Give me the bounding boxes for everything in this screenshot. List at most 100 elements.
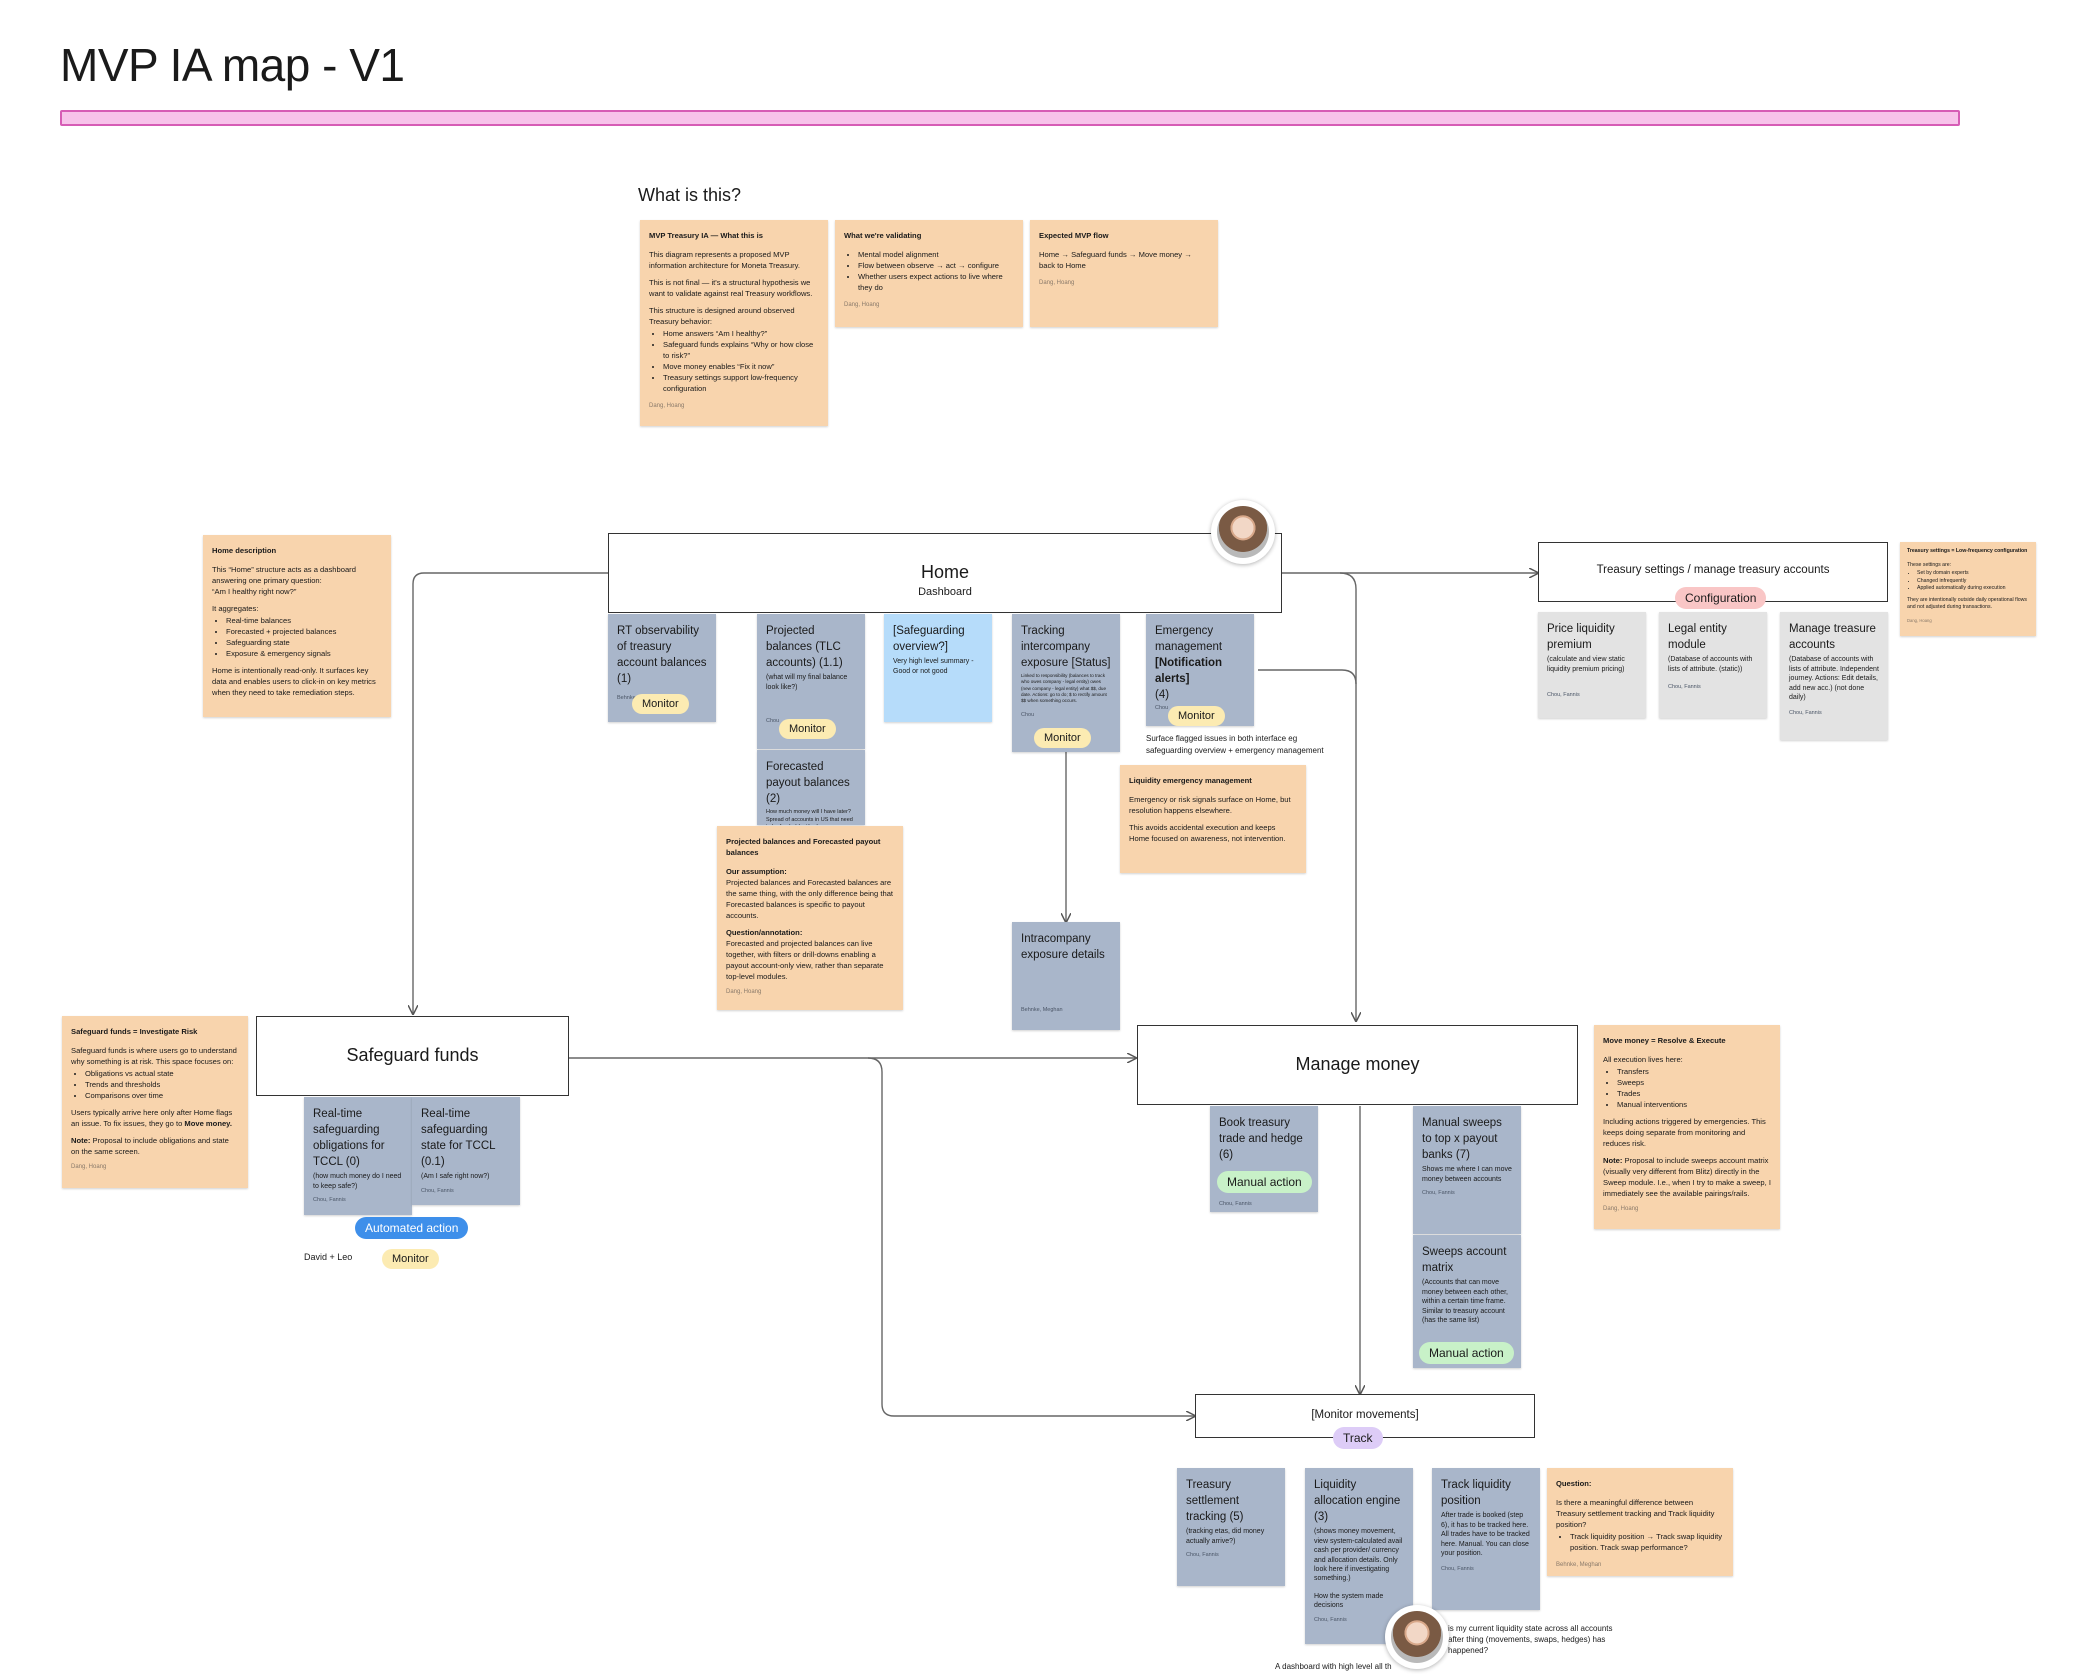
card-subtitle: (Database of accounts with lists of attr… bbox=[1789, 656, 1879, 701]
note-list: Obligations vs actual state Trends and t… bbox=[71, 1068, 239, 1101]
card-title: Real-time safeguarding state for TCCL (0… bbox=[421, 1108, 496, 1169]
manage-money-node[interactable]: Manage money bbox=[1137, 1025, 1578, 1105]
note-author: Dang, Hoang bbox=[71, 1164, 107, 1170]
card-title: Emergency management bbox=[1155, 625, 1223, 654]
note-text: Note: Proposal to include obligations an… bbox=[71, 1135, 239, 1157]
note-text: This is not final — it's a structural hy… bbox=[649, 278, 813, 298]
note-title: Move money = Resolve & Execute bbox=[1603, 1036, 1726, 1045]
card-title: [Safeguarding overview?] bbox=[893, 625, 965, 654]
home-node[interactable]: Home Dashboard bbox=[608, 533, 1282, 613]
configuration-badge: Configuration bbox=[1675, 587, 1767, 609]
list-item: Move money enables “Fix it now” bbox=[663, 361, 819, 372]
note-title: Safeguard funds = Investigate Risk bbox=[71, 1027, 198, 1036]
card-treasury-settlement-tracking[interactable]: Treasury settlement tracking (5) (tracki… bbox=[1177, 1468, 1285, 1586]
card-intracompany-exposure[interactable]: Intracompany exposure details Behnke, Me… bbox=[1012, 922, 1120, 1030]
note-author: Dang, Hoang bbox=[1603, 1206, 1639, 1212]
note-text-bold: Note: bbox=[71, 1136, 91, 1145]
track-badge: Track bbox=[1333, 1427, 1383, 1449]
note-what-this-is: MVP Treasury IA — What this is This diag… bbox=[640, 220, 828, 426]
note-text: It aggregates: bbox=[212, 604, 259, 613]
card-legal-entity-module[interactable]: Legal entity module (Database of account… bbox=[1659, 612, 1767, 718]
card-title: RT observability of treasury account bal… bbox=[617, 625, 707, 686]
note-text: Home is intentionally read-only. It surf… bbox=[212, 666, 376, 697]
note-text: Note: Proposal to include sweeps account… bbox=[1603, 1155, 1771, 1199]
note-title: Expected MVP flow bbox=[1039, 231, 1109, 240]
card-forecasted-payout[interactable]: Forecasted payout balances (2) How much … bbox=[757, 750, 865, 825]
connector-safeguard-to-monitor bbox=[867, 1057, 1195, 1416]
card-safeguarding-obligations[interactable]: Real-time safeguarding obligations for T… bbox=[304, 1097, 412, 1215]
note-text: Is there a meaningful difference between… bbox=[1556, 1498, 1715, 1529]
note-text: Proposal to include obligations and stat… bbox=[71, 1136, 229, 1156]
card-subtitle: (Am I safe right now?) bbox=[421, 1173, 490, 1181]
card-safeguarding-state[interactable]: Real-time safeguarding state for TCCL (0… bbox=[412, 1097, 520, 1205]
card-title-bold: [Notification alerts] bbox=[1155, 657, 1223, 686]
safeguard-funds-node[interactable]: Safeguard funds bbox=[256, 1016, 569, 1096]
card-price-liquidity-premium[interactable]: Price liquidity premium (calculate and v… bbox=[1538, 612, 1646, 718]
note-list: Mental model alignment Flow between obse… bbox=[844, 249, 1014, 293]
card-title: Liquidity allocation engine (3) bbox=[1314, 1479, 1401, 1524]
note-text: Emergency or risk signals surface on Hom… bbox=[1129, 795, 1291, 815]
card-number: (4) bbox=[1155, 689, 1170, 702]
list-item: Sweeps bbox=[1617, 1077, 1771, 1088]
card-title: Legal entity module bbox=[1668, 623, 1727, 652]
note-title: What we're validating bbox=[844, 231, 922, 240]
automated-action-badge: Automated action bbox=[355, 1217, 469, 1239]
card-title: Tracking intercompany exposure [Status] bbox=[1021, 625, 1111, 670]
note-safeguard-funds: Safeguard funds = Investigate Risk Safeg… bbox=[62, 1016, 248, 1188]
node-title: [Monitor movements] bbox=[1311, 1409, 1419, 1421]
card-manage-treasure-accounts[interactable]: Manage treasure accounts (Database of ac… bbox=[1780, 612, 1888, 740]
note-text: Home → Safeguard funds → Move money → ba… bbox=[1039, 250, 1192, 270]
manual-action-badge: Manual action bbox=[1217, 1171, 1312, 1193]
card-subtitle: Shows me where I can move money between … bbox=[1422, 1166, 1512, 1183]
note-title: Question: bbox=[1556, 1479, 1592, 1488]
list-item: Manual interventions bbox=[1617, 1099, 1771, 1110]
note-text: Proposal to include sweeps account matri… bbox=[1603, 1156, 1771, 1198]
list-item: Applied automatically during execution bbox=[1917, 585, 2029, 593]
note-text: All execution lives here: bbox=[1603, 1055, 1683, 1064]
note-text: Including actions triggered by emergenci… bbox=[1603, 1117, 1766, 1148]
list-item: Exposure & emergency signals bbox=[226, 648, 382, 659]
note-move-money: Move money = Resolve & Execute All execu… bbox=[1594, 1025, 1780, 1229]
node-title: Home bbox=[920, 562, 969, 582]
comment-text: A dashboard with high level all th bbox=[1275, 1662, 1392, 1671]
note-text-bold: Note: bbox=[1603, 1156, 1623, 1165]
node-subtitle: Dashboard bbox=[918, 586, 972, 598]
card-book-treasury-trade[interactable]: Book treasury trade and hedge (6) Chou, … bbox=[1210, 1106, 1318, 1212]
card-title: Manual sweeps to top x payout banks (7) bbox=[1422, 1117, 1502, 1162]
card-subtitle: Very high level summary - Good or not go… bbox=[893, 658, 974, 675]
note-text: Projected balances and Forecasted balanc… bbox=[726, 878, 894, 920]
note-question: Question: Is there a meaningful differen… bbox=[1547, 1468, 1733, 1576]
card-subtitle: (shows money movement, view system-calcu… bbox=[1314, 1528, 1403, 1583]
note-label: Our assumption: bbox=[726, 867, 787, 876]
note-list: Transfers Sweeps Trades Manual intervent… bbox=[1603, 1066, 1771, 1110]
note-title: MVP Treasury IA — What this is bbox=[649, 231, 763, 240]
list-item: Transfers bbox=[1617, 1066, 1771, 1077]
card-manual-sweeps[interactable]: Manual sweeps to top x payout banks (7) … bbox=[1413, 1106, 1521, 1234]
note-projected-forecasted: Projected balances and Forecasted payout… bbox=[717, 826, 903, 1010]
note-author: Dang, Hoang bbox=[726, 989, 762, 995]
card-subtitle: (Database of accounts with lists of attr… bbox=[1668, 656, 1753, 673]
card-title: Track liquidity position bbox=[1441, 1479, 1511, 1508]
note-author: Dang, Hoang bbox=[1039, 280, 1075, 286]
card-track-liquidity-position[interactable]: Track liquidity position After trade is … bbox=[1432, 1468, 1540, 1610]
card-subtitle: How the system made decisions bbox=[1314, 1592, 1384, 1610]
card-author: Chou, Fannis bbox=[1219, 1201, 1252, 1208]
note-author: Behnke, Meghan bbox=[1556, 1562, 1602, 1568]
list-item: Mental model alignment bbox=[858, 249, 1014, 260]
connector-home-to-manage bbox=[1339, 572, 1356, 1021]
note-treasury-settings: Treasury settings = Low-frequency config… bbox=[1900, 542, 2036, 636]
note-author: Dang, Hoang bbox=[1907, 617, 1932, 623]
list-item: Treasury settings support low-frequency … bbox=[663, 372, 819, 394]
note-list: Set by domain experts Changed infrequent… bbox=[1907, 570, 2029, 593]
list-item: Forecasted + projected balances bbox=[226, 626, 382, 637]
list-item: Home answers “Am I healthy?” bbox=[663, 328, 819, 339]
note-text: Users typically arrive here only after H… bbox=[71, 1107, 239, 1129]
list-item: Obligations vs actual state bbox=[85, 1068, 239, 1079]
card-subtitle: (calculate and view static liquidity pre… bbox=[1547, 656, 1625, 673]
list-item: Set by domain experts bbox=[1917, 570, 2029, 578]
card-subtitle: Linked to responsibility (balances to tr… bbox=[1021, 673, 1107, 704]
note-text: “Am I healthy right now?” bbox=[212, 587, 297, 596]
card-safeguarding-overview[interactable]: [Safeguarding overview?] Very high level… bbox=[884, 614, 992, 722]
note-title: Projected balances and Forecasted payout… bbox=[726, 837, 881, 857]
card-title: Projected balances (TLC accounts) (1.1) bbox=[766, 625, 843, 670]
